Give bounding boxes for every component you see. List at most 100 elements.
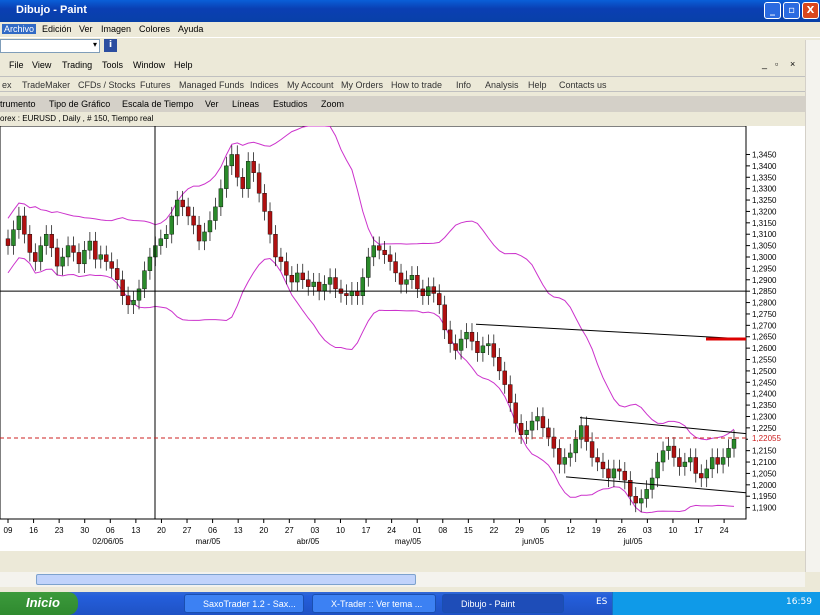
candle-body (447, 329, 453, 344)
nav-how-to-trade[interactable]: How to trade (391, 80, 442, 90)
y-tick-label: 1,3350 (752, 173, 777, 182)
candle-body (65, 245, 71, 258)
task-xtrader[interactable]: X-Trader :: Ver tema ... (312, 594, 436, 613)
appmenu-file[interactable]: File (9, 60, 24, 70)
nav-bar: ex TradeMaker CFDs / Stocks Futures Mana… (0, 76, 805, 92)
start-button[interactable]: Inicio (0, 592, 78, 615)
candle-body (666, 445, 671, 451)
close-doc-button[interactable]: × (790, 59, 795, 69)
candle-body (709, 457, 715, 470)
candle-body (33, 252, 38, 262)
candle-body (639, 498, 644, 504)
candle-body (437, 293, 442, 306)
nav-trademaker[interactable]: TradeMaker (22, 80, 70, 90)
nav-my-account[interactable]: My Account (287, 80, 334, 90)
candle-body (76, 252, 82, 265)
nav-contacts[interactable]: Contacts us (559, 80, 607, 90)
start-label: Inicio (26, 595, 60, 610)
chartmenu-estudios[interactable]: Estudios (273, 99, 308, 109)
chartmenu-ver[interactable]: Ver (205, 99, 219, 109)
appmenu-trading[interactable]: Trading (62, 60, 92, 70)
candle-body (251, 161, 256, 173)
x-tick-label: 03 (643, 526, 652, 535)
y-tick-label: 1,3200 (752, 207, 777, 216)
nav-managed-funds[interactable]: Managed Funds (179, 80, 244, 90)
candle-body (540, 416, 546, 429)
window-title: Dibujo - Paint (16, 4, 87, 16)
candle-body (589, 441, 595, 458)
candle-body (235, 154, 240, 178)
chart-area[interactable]: 1,3450 1,3400 1,3350 1,3300 1,3250 1,3200 1,31… (0, 125, 805, 551)
candle-body (453, 343, 458, 351)
candle-body (71, 245, 76, 253)
chartmenu-tipo[interactable]: Tipo de Gráfico (49, 99, 110, 109)
appmenu-tools[interactable]: Tools (102, 60, 123, 70)
candle-body (104, 254, 109, 262)
x-tick-label: 12 (566, 526, 575, 535)
candle-body (327, 277, 333, 285)
menu-ayuda[interactable]: Ayuda (178, 24, 203, 34)
chartmenu-instrumento[interactable]: trumento (0, 99, 36, 109)
candle-body (196, 224, 202, 242)
task-saxotrader[interactable]: SaxoTrader 1.2 - Sax... (184, 594, 304, 613)
menu-archivo[interactable]: Archivo (2, 24, 37, 34)
scroll-thumb[interactable] (36, 574, 416, 585)
candle-body (240, 177, 245, 189)
nav-help[interactable]: Help (528, 80, 547, 90)
restore-doc-button[interactable]: ▫ (775, 59, 778, 69)
candle-body (649, 477, 655, 490)
chartmenu-escala[interactable]: Escala de Tiempo (122, 99, 194, 109)
menu-imagen[interactable]: Imagen (101, 24, 131, 34)
menu-edicion[interactable]: Edición (42, 24, 72, 34)
minimize-doc-button[interactable]: _ (762, 59, 767, 69)
nav-cfds[interactable]: CFDs / Stocks (78, 80, 136, 90)
chartmenu-zoom[interactable]: Zoom (321, 99, 344, 109)
candle-body (420, 288, 426, 296)
menu-ver[interactable]: Ver (79, 24, 93, 34)
nav-futures[interactable]: Futures (140, 80, 171, 90)
nav-info[interactable]: Info (456, 80, 471, 90)
candle-body (568, 452, 573, 458)
y-tick-label: 1,2100 (752, 458, 777, 467)
task-paint[interactable]: Dibujo - Paint (442, 594, 564, 613)
price-chart[interactable]: 1,3450 1,3400 1,3350 1,3300 1,3250 1,3200 1,31… (0, 125, 805, 551)
y-tick-label: 1,2400 (752, 390, 777, 399)
nav-forex[interactable]: ex (2, 80, 12, 90)
month-label: 02/06/05 (92, 537, 124, 546)
candle-body (185, 206, 191, 217)
y-tick-label: 1,3000 (752, 253, 777, 262)
x-tick-label: 20 (157, 526, 166, 535)
maximize-button[interactable]: ▫ (783, 2, 800, 19)
close-button[interactable]: X (802, 2, 819, 19)
info-icon[interactable]: i (104, 39, 117, 52)
candle-body (387, 254, 393, 262)
appmenu-help[interactable]: Help (174, 60, 193, 70)
candle-body (464, 331, 469, 340)
toolbar (0, 37, 820, 56)
nav-my-orders[interactable]: My Orders (341, 80, 383, 90)
candle-body (715, 457, 720, 465)
menu-colores[interactable]: Colores (139, 24, 170, 34)
account-combo[interactable]: ▾ (0, 39, 100, 53)
y-tick-label: 1,2050 (752, 469, 777, 478)
chartmenu-lineas[interactable]: Líneas (232, 99, 259, 109)
candle-body (557, 448, 562, 465)
appmenu-window[interactable]: Window (133, 60, 165, 70)
candle-body (546, 427, 551, 438)
y-tick-label: 1,2950 (752, 264, 777, 273)
nav-indices[interactable]: Indices (250, 80, 279, 90)
vertical-scrollbar[interactable] (805, 40, 820, 572)
candle-body (660, 450, 666, 463)
appmenu-view[interactable]: View (32, 60, 51, 70)
menu-bar: Archivo Edición Ver Imagen Colores Ayuda (0, 22, 820, 37)
candle-body (289, 275, 295, 283)
candle-body (344, 293, 349, 296)
candle-body (409, 275, 415, 280)
candle-body (655, 461, 660, 479)
minimize-button[interactable]: _ (764, 2, 781, 19)
candle-body (693, 457, 698, 474)
chevron-down-icon[interactable]: ▾ (93, 40, 97, 49)
language-indicator[interactable]: ES (596, 597, 607, 607)
plot-frame (0, 125, 747, 520)
nav-analysis[interactable]: Analysis (485, 80, 519, 90)
